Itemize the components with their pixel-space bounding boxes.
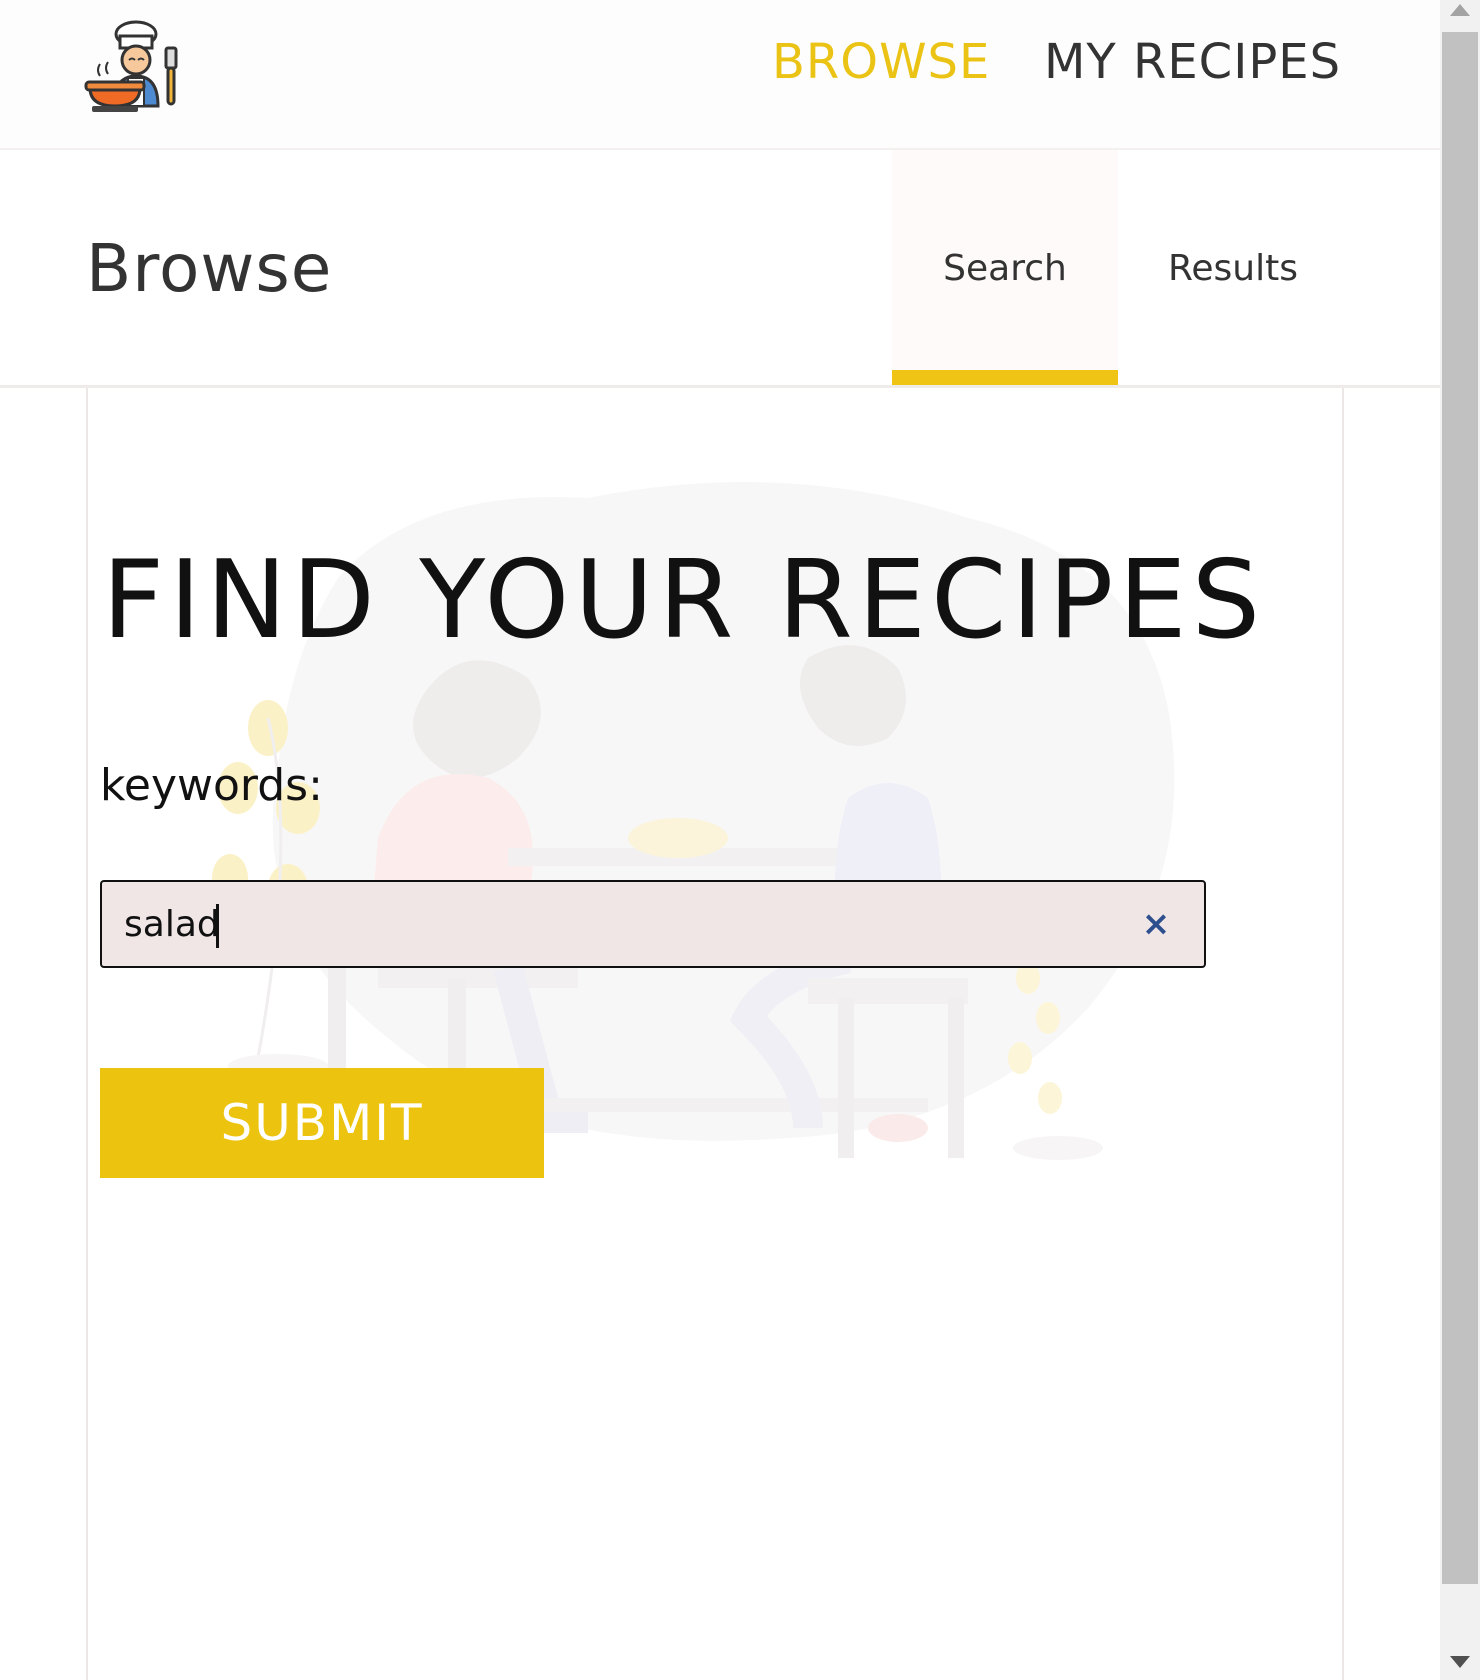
top-navbar: BROWSE MY RECIPES: [0, 0, 1440, 150]
keywords-label: keywords:: [100, 760, 323, 811]
text-caret: [216, 904, 219, 948]
tab-search-label: Search: [943, 248, 1067, 289]
keywords-input[interactable]: [124, 882, 1104, 966]
page-header: Browse Search Results: [0, 150, 1440, 388]
vertical-scrollbar[interactable]: [1440, 0, 1480, 1680]
close-icon[interactable]: ×: [1136, 904, 1176, 944]
arrow-up-icon[interactable]: [1450, 4, 1470, 16]
nav-my-recipes-link[interactable]: MY RECIPES: [1044, 34, 1341, 90]
search-card: FIND YOUR RECIPES keywords: × SUBMIT: [86, 388, 1344, 1680]
nav-browse-link[interactable]: BROWSE: [772, 34, 990, 90]
active-tab-indicator: [892, 370, 1118, 385]
submit-button[interactable]: SUBMIT: [100, 1068, 544, 1178]
tab-search[interactable]: Search: [892, 150, 1118, 383]
tab-results-label: Results: [1168, 248, 1298, 289]
keywords-field[interactable]: ×: [100, 880, 1206, 968]
scrollbar-thumb[interactable]: [1442, 32, 1478, 1584]
page-title: Browse: [86, 230, 333, 307]
tab-results[interactable]: Results: [1120, 150, 1346, 383]
chef-logo-icon[interactable]: [84, 18, 184, 116]
hero-heading: FIND YOUR RECIPES: [102, 538, 1266, 663]
arrow-down-icon[interactable]: [1450, 1656, 1470, 1668]
app: BROWSE MY RECIPES Browse Search Results: [0, 0, 1440, 1680]
